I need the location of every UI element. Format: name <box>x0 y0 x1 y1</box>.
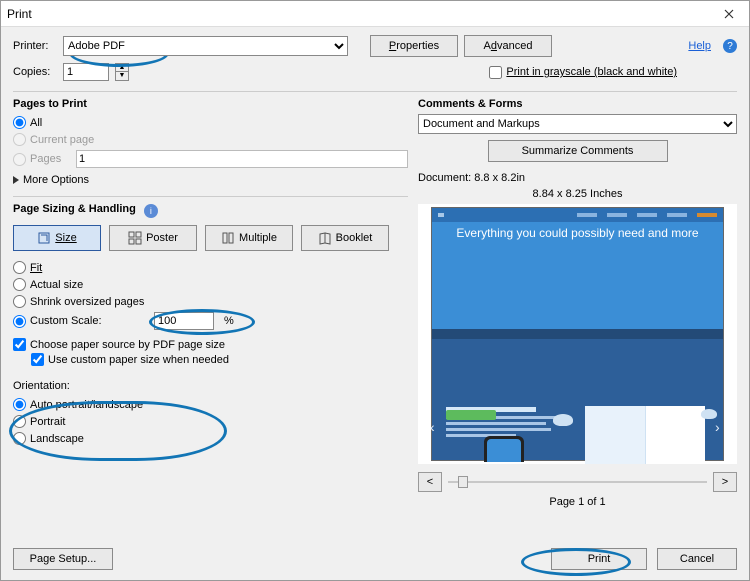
summarize-button[interactable]: Summarize Comments <box>488 140 668 162</box>
percent-label: % <box>224 315 234 327</box>
sizing-heading: Page Sizing & Handling <box>13 203 136 215</box>
landscape-label: Landscape <box>30 433 84 445</box>
tab-size[interactable]: Size <box>13 225 101 251</box>
grayscale-label: Print in grayscale (black and white) <box>506 66 677 78</box>
preview-next-button[interactable]: > <box>713 472 737 492</box>
grayscale-checkbox[interactable] <box>489 66 502 79</box>
auto-orientation-label: Auto portrait/landscape <box>30 399 143 411</box>
print-button[interactable]: Print <box>551 548 647 570</box>
size-icon <box>37 231 51 245</box>
multiple-icon <box>221 231 235 245</box>
radio-landscape[interactable] <box>13 432 26 445</box>
preview-book-prev-icon: ‹ <box>430 419 440 429</box>
current-label: Current page <box>30 134 94 146</box>
radio-custom-scale[interactable] <box>13 315 26 328</box>
radio-actual[interactable] <box>13 278 26 291</box>
help-link[interactable]: Help <box>688 40 711 52</box>
info-icon[interactable]: i <box>144 204 158 218</box>
orientation-heading: Orientation: <box>13 380 408 392</box>
page-counter: Page 1 of 1 <box>418 496 737 508</box>
print-preview: Everything you could possibly need and m… <box>418 204 737 464</box>
pages-input[interactable] <box>76 150 408 168</box>
cancel-button[interactable]: Cancel <box>657 548 737 570</box>
portrait-label: Portrait <box>30 416 65 428</box>
tab-booklet[interactable]: Booklet <box>301 225 389 251</box>
pages-to-print-heading: Pages to Print <box>13 98 408 110</box>
document-info: Document: 8.8 x 8.2in <box>418 172 737 184</box>
radio-current <box>13 133 26 146</box>
comments-heading: Comments & Forms <box>418 98 737 110</box>
scale-input[interactable] <box>154 312 214 330</box>
radio-portrait[interactable] <box>13 415 26 428</box>
more-options-label: More Options <box>23 174 89 186</box>
preview-prev-button[interactable]: < <box>418 472 442 492</box>
preview-size-label: 8.84 x 8.25 Inches <box>418 188 737 200</box>
choose-paper-checkbox[interactable] <box>13 338 26 351</box>
radio-auto-orientation[interactable] <box>13 398 26 411</box>
radio-fit[interactable] <box>13 261 26 274</box>
shrink-label: Shrink oversized pages <box>30 296 144 308</box>
advanced-button[interactable]: Advanced <box>464 35 552 57</box>
copies-input[interactable] <box>63 63 109 81</box>
actual-label: Actual size <box>30 279 83 291</box>
comments-select[interactable]: Document and Markups <box>418 114 737 134</box>
more-options-toggle[interactable]: More Options <box>13 174 408 186</box>
print-dialog: Print Printer: Adobe PDF Properties Adva… <box>0 0 750 581</box>
fit-label: Fit <box>30 262 42 274</box>
page-setup-button[interactable]: Page Setup... <box>13 548 113 570</box>
printer-label: Printer: <box>13 40 57 52</box>
printer-select[interactable]: Adobe PDF <box>63 36 348 56</box>
all-label: All <box>30 117 42 129</box>
properties-button[interactable]: Properties <box>370 35 458 57</box>
radio-shrink[interactable] <box>13 295 26 308</box>
custom-scale-label: Custom Scale: <box>30 315 116 327</box>
radio-all[interactable] <box>13 116 26 129</box>
use-custom-label: Use custom paper size when needed <box>48 354 229 366</box>
booklet-icon <box>318 231 332 245</box>
tab-poster[interactable]: Poster <box>109 225 197 251</box>
help-icon[interactable]: ? <box>723 39 737 53</box>
titlebar: Print <box>1 1 749 27</box>
copies-label: Copies: <box>13 66 57 78</box>
close-button[interactable] <box>715 4 743 24</box>
preview-book-next-icon: › <box>715 419 725 429</box>
use-custom-checkbox[interactable] <box>31 353 44 366</box>
preview-slider[interactable] <box>448 472 707 492</box>
pages-label: Pages <box>30 153 72 165</box>
poster-icon <box>128 231 142 245</box>
window-title: Print <box>7 7 715 21</box>
triangle-right-icon <box>13 176 19 184</box>
choose-paper-label: Choose paper source by PDF page size <box>30 339 225 351</box>
tab-multiple[interactable]: Multiple <box>205 225 293 251</box>
radio-pages <box>13 153 26 166</box>
copies-spinner[interactable]: ▲▼ <box>115 63 129 81</box>
